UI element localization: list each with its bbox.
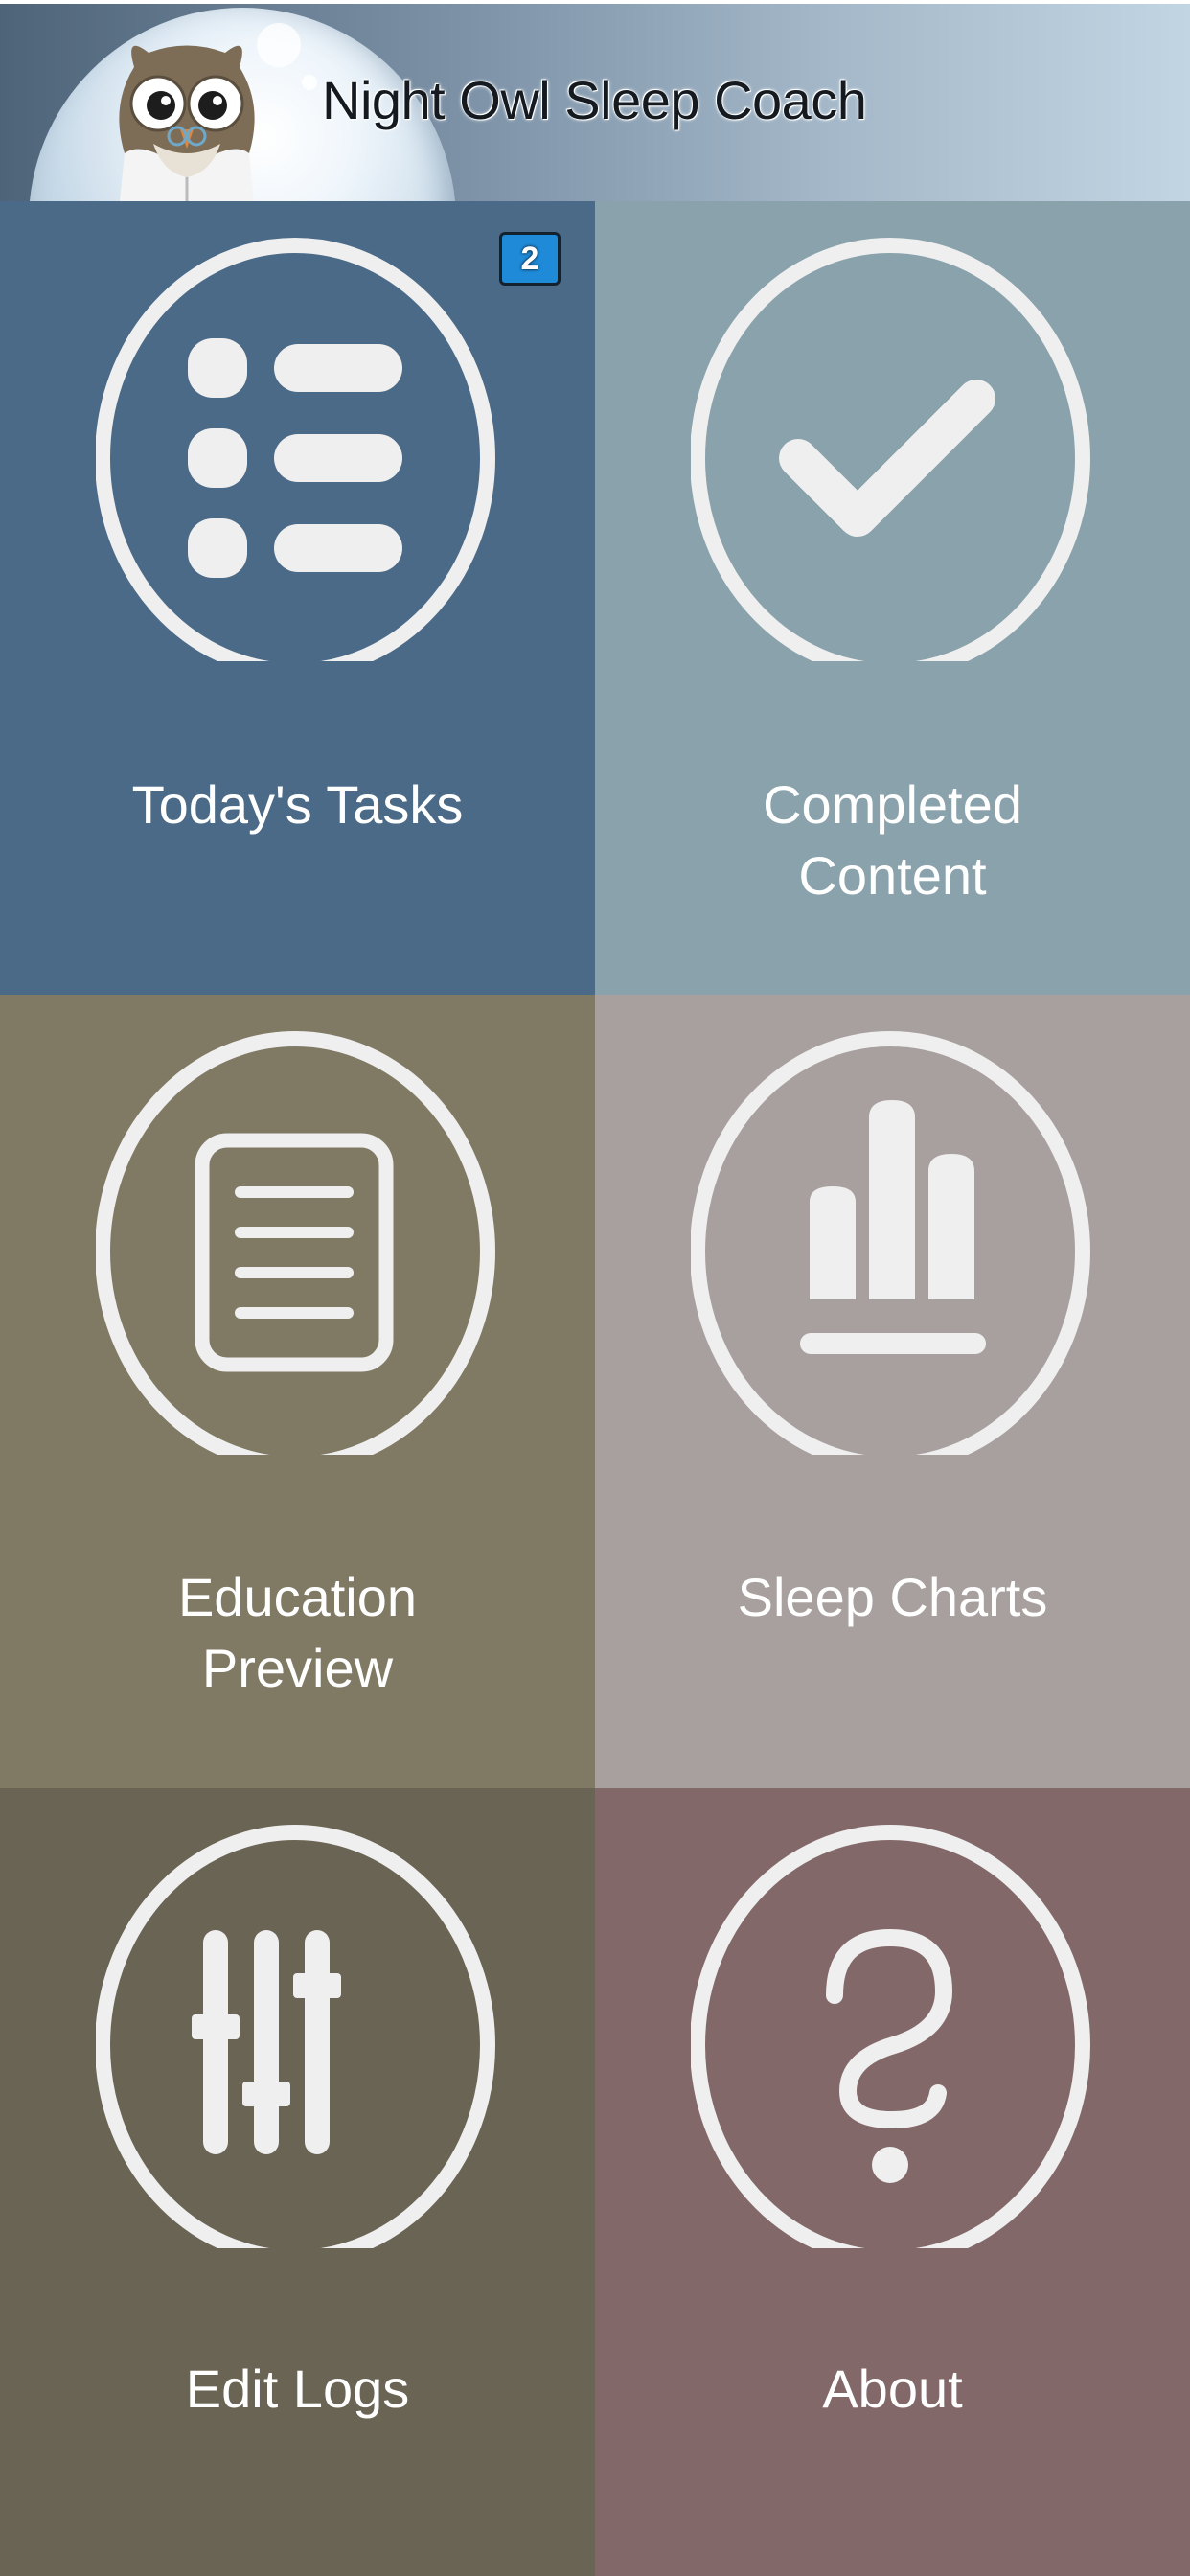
tile-label-line2: Preview (201, 1638, 394, 1698)
app-title: Night Owl Sleep Coach (322, 70, 867, 130)
owl-logo-icon (119, 45, 255, 201)
tile-label-line1: Completed (763, 774, 1022, 835)
education-preview-tile[interactable]: Education Preview (0, 995, 595, 1788)
tile-label: About (822, 2358, 963, 2419)
bubble-graphic-small (302, 75, 317, 90)
edit-logs-tile[interactable]: Edit Logs (0, 1788, 595, 2576)
sleep-charts-tile[interactable]: Sleep Charts (595, 995, 1190, 1788)
sliders-icon (96, 1825, 495, 2248)
tasks-count-badge: 2 (499, 232, 561, 286)
completed-content-tile[interactable]: Completed Content (595, 201, 1190, 995)
tile-label-line1: Education (177, 1567, 418, 1627)
list-icon (96, 238, 495, 661)
tile-label: Edit Logs (185, 2358, 410, 2419)
tile-label: Today's Tasks (131, 774, 464, 835)
document-icon (96, 1031, 495, 1455)
checkmark-icon (691, 238, 1090, 661)
about-tile[interactable]: About (595, 1788, 1190, 2576)
bar-chart-icon (691, 1031, 1090, 1455)
tile-label: Sleep Charts (737, 1567, 1048, 1627)
question-icon (691, 1825, 1090, 2248)
app-header: Night Owl Sleep Coach (0, 0, 1190, 201)
todays-tasks-tile[interactable]: 2 Today's Tasks (0, 201, 595, 995)
header-top-border (0, 0, 1190, 4)
tile-label-line2: Content (798, 845, 987, 906)
